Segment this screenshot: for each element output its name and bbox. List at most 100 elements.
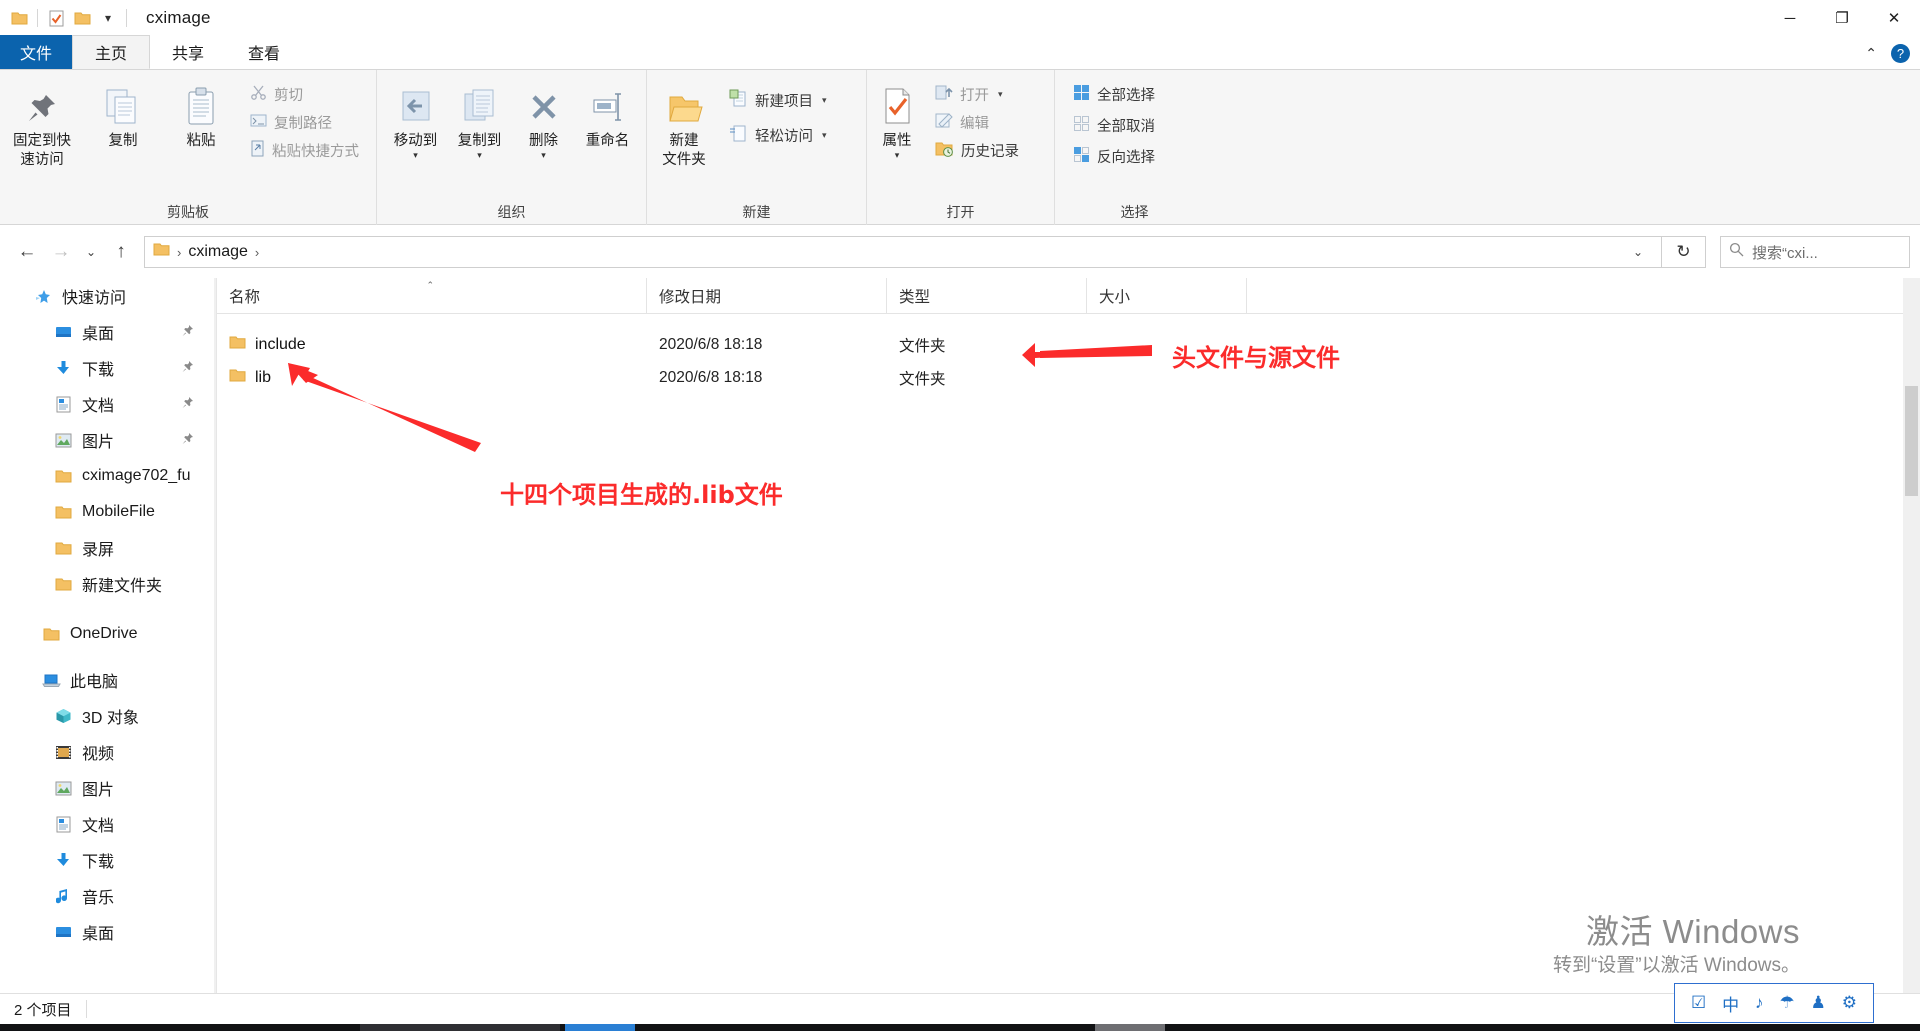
clipboard-small-commands: 剪切 复制路径 粘贴快捷方式: [246, 76, 367, 163]
new-folder-button[interactable]: 新建 文件夹: [647, 76, 721, 170]
new-folder-icon[interactable]: [69, 5, 95, 31]
copy-button[interactable]: 复制: [84, 76, 162, 150]
paste-button[interactable]: 粘贴: [162, 76, 240, 150]
sidebar-item-0[interactable]: 快速访问: [0, 278, 216, 314]
tab-home[interactable]: 主页: [72, 35, 151, 69]
status-bar: 2 个项目: [0, 993, 1920, 1024]
pin-icon[interactable]: [181, 432, 194, 448]
sidebar-item-label: 此电脑: [70, 674, 119, 691]
ime-settings-icon[interactable]: ⚙: [1842, 993, 1857, 1013]
ime-music-icon[interactable]: ♪: [1755, 993, 1764, 1013]
sidebar-item-2[interactable]: 下载: [0, 350, 216, 386]
ime-user-icon[interactable]: ♟: [1811, 993, 1826, 1013]
minimize-button[interactable]: ─: [1764, 0, 1816, 36]
edit-button[interactable]: 编辑: [931, 110, 1027, 135]
tab-view[interactable]: 查看: [226, 35, 302, 69]
sidebar-item-6[interactable]: MobileFile: [0, 494, 216, 530]
customize-qat-caret-icon[interactable]: ▾: [95, 5, 121, 31]
sidebar-item-1[interactable]: 桌面: [0, 314, 216, 350]
scissors-icon: [250, 84, 267, 106]
sidebar-item-11[interactable]: 3D 对象: [0, 698, 216, 734]
open-button[interactable]: 打开 ▾: [931, 82, 1027, 107]
ime-tools-icon[interactable]: ☂: [1779, 993, 1794, 1013]
sidebar-item-15[interactable]: 下载: [0, 842, 216, 878]
sidebar-item-7[interactable]: 录屏: [0, 530, 216, 566]
move-to-caret-icon[interactable]: ▾: [413, 151, 418, 160]
collapse-ribbon-icon[interactable]: ⌃: [1865, 45, 1877, 62]
new-row: 新建 文件夹 新建项目 ▾ 轻松访问 ▾: [647, 70, 866, 199]
rename-button[interactable]: 重命名: [576, 76, 640, 150]
easy-access-icon: [729, 124, 748, 147]
select-all-button[interactable]: 全部选择: [1069, 82, 1163, 107]
ime-checkbox-icon[interactable]: ☑: [1691, 993, 1706, 1013]
copy-path-button[interactable]: 复制路径: [246, 110, 367, 135]
help-icon[interactable]: ?: [1891, 44, 1910, 63]
sidebar-item-16[interactable]: 音乐: [0, 878, 216, 914]
file-list-scroll-thumb[interactable]: [1905, 386, 1918, 496]
copy-to-button[interactable]: 复制到 ▾: [448, 76, 512, 160]
forward-button[interactable]: →: [44, 235, 78, 269]
pin-icon[interactable]: [181, 360, 194, 376]
properties-caret-icon[interactable]: ▾: [895, 151, 900, 160]
maximize-button[interactable]: ❐: [1816, 0, 1868, 36]
new-item-caret-icon[interactable]: ▾: [822, 95, 827, 106]
paste-label: 粘贴: [186, 133, 216, 149]
column-header-1[interactable]: 修改日期: [647, 277, 887, 314]
tab-share[interactable]: 共享: [150, 35, 226, 69]
column-header-0[interactable]: 名称 ⌃: [217, 277, 647, 314]
sidebar-item-4[interactable]: 图片: [0, 422, 216, 458]
back-button[interactable]: ←: [10, 235, 44, 269]
delete-button[interactable]: 删除 ▾: [512, 76, 576, 160]
select-all-label: 全部选择: [1097, 88, 1155, 104]
file-list-scrollbar[interactable]: [1903, 278, 1920, 993]
close-button[interactable]: ✕: [1868, 0, 1920, 36]
sidebar-item-5[interactable]: cximage702_fu: [0, 458, 216, 494]
address-path-box[interactable]: › cximage › ⌄: [144, 236, 1662, 268]
cut-button[interactable]: 剪切: [246, 82, 367, 107]
select-none-button[interactable]: 全部取消: [1069, 113, 1163, 138]
delete-caret-icon[interactable]: ▾: [541, 151, 546, 160]
search-box[interactable]: 搜索“cxi...: [1720, 236, 1910, 268]
sidebar-item-3[interactable]: 文档: [0, 386, 216, 422]
copy-to-caret-icon[interactable]: ▾: [477, 151, 482, 160]
easy-access-button[interactable]: 轻松访问 ▾: [725, 123, 835, 148]
pin-to-quick-access-button[interactable]: 固定到快 速访问: [0, 76, 84, 170]
paste-shortcut-button[interactable]: 粘贴快捷方式: [246, 138, 367, 163]
file-name-cell[interactable]: include: [217, 335, 647, 355]
properties-check-icon[interactable]: [43, 5, 69, 31]
sidebar-item-12[interactable]: 视频: [0, 734, 216, 770]
table-row[interactable]: include 2020/6/8 18:18 文件夹: [217, 328, 1920, 361]
easy-access-caret-icon[interactable]: ▾: [822, 130, 827, 141]
new-item-button[interactable]: 新建项目 ▾: [725, 88, 835, 113]
invert-selection-button[interactable]: 反向选择: [1069, 144, 1163, 169]
sidebar-item-10[interactable]: 此电脑: [0, 662, 216, 698]
column-header-2[interactable]: 类型: [887, 277, 1087, 314]
table-row[interactable]: lib 2020/6/8 18:18 文件夹: [217, 361, 1920, 394]
crumb-sep-1[interactable]: ›: [252, 245, 262, 260]
breadcrumb-cximage[interactable]: cximage: [184, 243, 252, 261]
desktop-icon: [52, 325, 74, 340]
search-input[interactable]: 搜索“cxi...: [1752, 242, 1818, 263]
refresh-button[interactable]: ↻: [1662, 236, 1706, 268]
move-to-button[interactable]: 移动到 ▾: [384, 76, 448, 160]
sidebar-item-17[interactable]: 桌面: [0, 914, 216, 950]
sidebar-item-9[interactable]: OneDrive: [0, 616, 216, 652]
pin-icon[interactable]: [181, 324, 194, 340]
history-button[interactable]: 历史记录: [931, 138, 1027, 163]
sidebar-item-14[interactable]: 文档: [0, 806, 216, 842]
address-dropdown-caret-icon[interactable]: ⌄: [1621, 245, 1655, 259]
properties-button[interactable]: 属性 ▾: [867, 76, 927, 160]
ime-chinese-icon[interactable]: 中: [1722, 991, 1739, 1016]
file-name-cell[interactable]: lib: [217, 368, 647, 388]
column-header-3[interactable]: 大小: [1087, 277, 1247, 314]
system-menu-folder-icon[interactable]: [6, 5, 32, 31]
properties-icon: [879, 82, 915, 128]
tab-file[interactable]: 文件: [0, 35, 73, 69]
pin-icon[interactable]: [181, 396, 194, 412]
up-button[interactable]: ↑: [104, 235, 138, 269]
sidebar-item-13[interactable]: 图片: [0, 770, 216, 806]
recent-locations-caret-icon[interactable]: ⌄: [78, 235, 104, 269]
sidebar-item-8[interactable]: 新建文件夹: [0, 566, 216, 602]
new-small-commands: 新建项目 ▾ 轻松访问 ▾: [725, 76, 835, 148]
open-caret-icon[interactable]: ▾: [998, 89, 1003, 100]
